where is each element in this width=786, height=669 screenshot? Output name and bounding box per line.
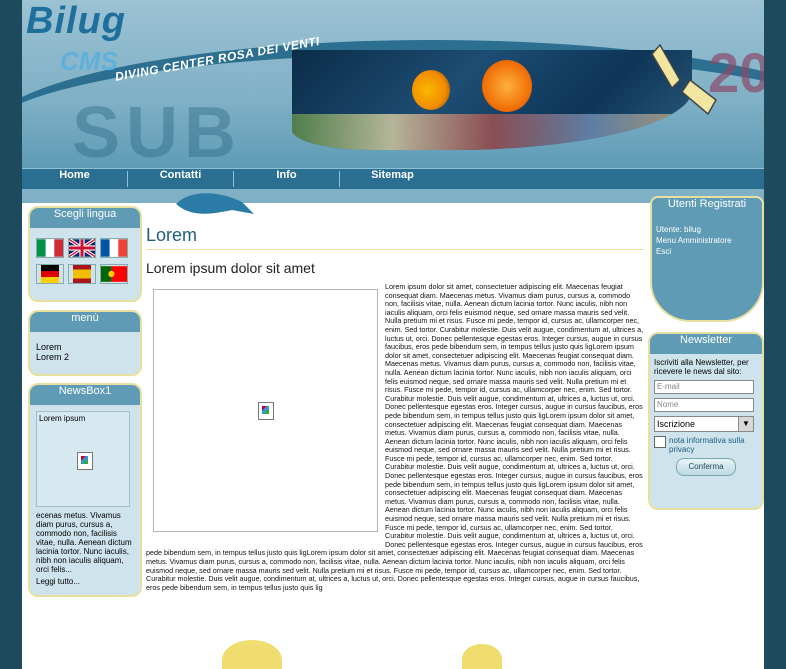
menu-box: menù Lorem Lorem 2 bbox=[28, 310, 142, 376]
uk-flag-icon[interactable] bbox=[68, 238, 96, 258]
current-user-label: Utente: bilug bbox=[656, 225, 701, 234]
menu-box-links: Lorem Lorem 2 bbox=[30, 332, 140, 368]
newsbox-title: NewsBox1 bbox=[30, 385, 140, 405]
newsbox: NewsBox1 Lorem ipsum ecenas metus. Vivam… bbox=[28, 383, 142, 597]
newsletter-confirm-button[interactable]: Conferma bbox=[676, 458, 736, 476]
menu-box-title: menù bbox=[30, 312, 140, 332]
page-title: Lorem bbox=[146, 225, 198, 245]
newsletter-box: Newsletter Iscriviti alla Newsletter, pe… bbox=[648, 332, 764, 510]
nav-sitemap[interactable]: Sitemap bbox=[340, 169, 445, 189]
portugal-flag-icon[interactable] bbox=[100, 264, 128, 284]
page: SUB Bilug CMS DIVING CENTER ROSA DEI VEN… bbox=[22, 0, 764, 669]
newsbox-read-more-link[interactable]: Leggi tutto... bbox=[30, 574, 140, 592]
privacy-row: nota informativa sulla privacy bbox=[654, 436, 758, 454]
article-image-frame bbox=[153, 289, 378, 532]
site-header: SUB Bilug CMS DIVING CENTER ROSA DEI VEN… bbox=[22, 0, 764, 168]
reef bbox=[292, 114, 692, 150]
language-box: Scegli lingua bbox=[28, 206, 142, 302]
germany-flag-icon[interactable] bbox=[36, 264, 64, 284]
france-flag-icon[interactable] bbox=[100, 238, 128, 258]
registered-users-title: Utenti Registrati bbox=[667, 198, 747, 210]
chevron-down-icon[interactable]: ▼ bbox=[738, 417, 753, 431]
diver-icon bbox=[176, 193, 254, 214]
italy-flag-icon[interactable] bbox=[36, 238, 64, 258]
diving-fins-icon bbox=[651, 43, 717, 116]
newsbox-text: ecenas metus. Vivamus diam purus, cursus… bbox=[36, 511, 132, 574]
logout-link[interactable]: Esci bbox=[652, 246, 762, 257]
newsletter-title: Newsletter bbox=[650, 334, 762, 354]
title-divider bbox=[146, 249, 644, 250]
privacy-link[interactable]: nota informativa sulla privacy bbox=[669, 436, 758, 454]
logo-subtitle: CMS bbox=[60, 46, 118, 76]
header-sea-banner bbox=[292, 50, 692, 150]
footer-decoration bbox=[222, 640, 282, 669]
registered-users-box: Utenti Registrati Utente: bilug Menu Amm… bbox=[650, 196, 764, 322]
menu-link-lorem[interactable]: Lorem bbox=[36, 342, 134, 352]
footer-decoration bbox=[462, 644, 502, 669]
newsbox-image-frame: Lorem ipsum bbox=[36, 411, 130, 507]
language-box-title: Scegli lingua bbox=[30, 208, 140, 228]
main-nav: Home Contatti Info Sitemap bbox=[22, 168, 764, 190]
broken-image-icon bbox=[77, 452, 93, 470]
newsletter-description: Iscriviti alla Newsletter, per ricevere … bbox=[654, 358, 749, 376]
newsletter-email-input[interactable]: E-mail bbox=[654, 380, 754, 394]
spain-flag-icon[interactable] bbox=[68, 264, 96, 284]
flag-grid bbox=[30, 228, 140, 290]
fish-1 bbox=[412, 70, 450, 110]
fish-2 bbox=[482, 60, 532, 112]
logo-title[interactable]: Bilug bbox=[26, 0, 126, 43]
nav-home[interactable]: Home bbox=[22, 169, 127, 189]
newsletter-action-select-value: Iscrizione bbox=[657, 419, 696, 429]
article-subtitle: Lorem ipsum dolor sit amet bbox=[146, 260, 315, 276]
newsbox-image-caption: Lorem ipsum bbox=[39, 414, 86, 423]
newsletter-action-select[interactable]: Iscrizione ▼ bbox=[654, 416, 754, 432]
header-watermark-sub: SUB bbox=[72, 93, 243, 168]
menu-link-lorem-2[interactable]: Lorem 2 bbox=[36, 352, 134, 362]
newsletter-name-input[interactable]: Nome bbox=[654, 398, 754, 412]
admin-menu-link[interactable]: Menu Amministratore bbox=[652, 235, 762, 246]
privacy-checkbox[interactable] bbox=[654, 436, 666, 448]
broken-image-icon bbox=[258, 402, 274, 420]
